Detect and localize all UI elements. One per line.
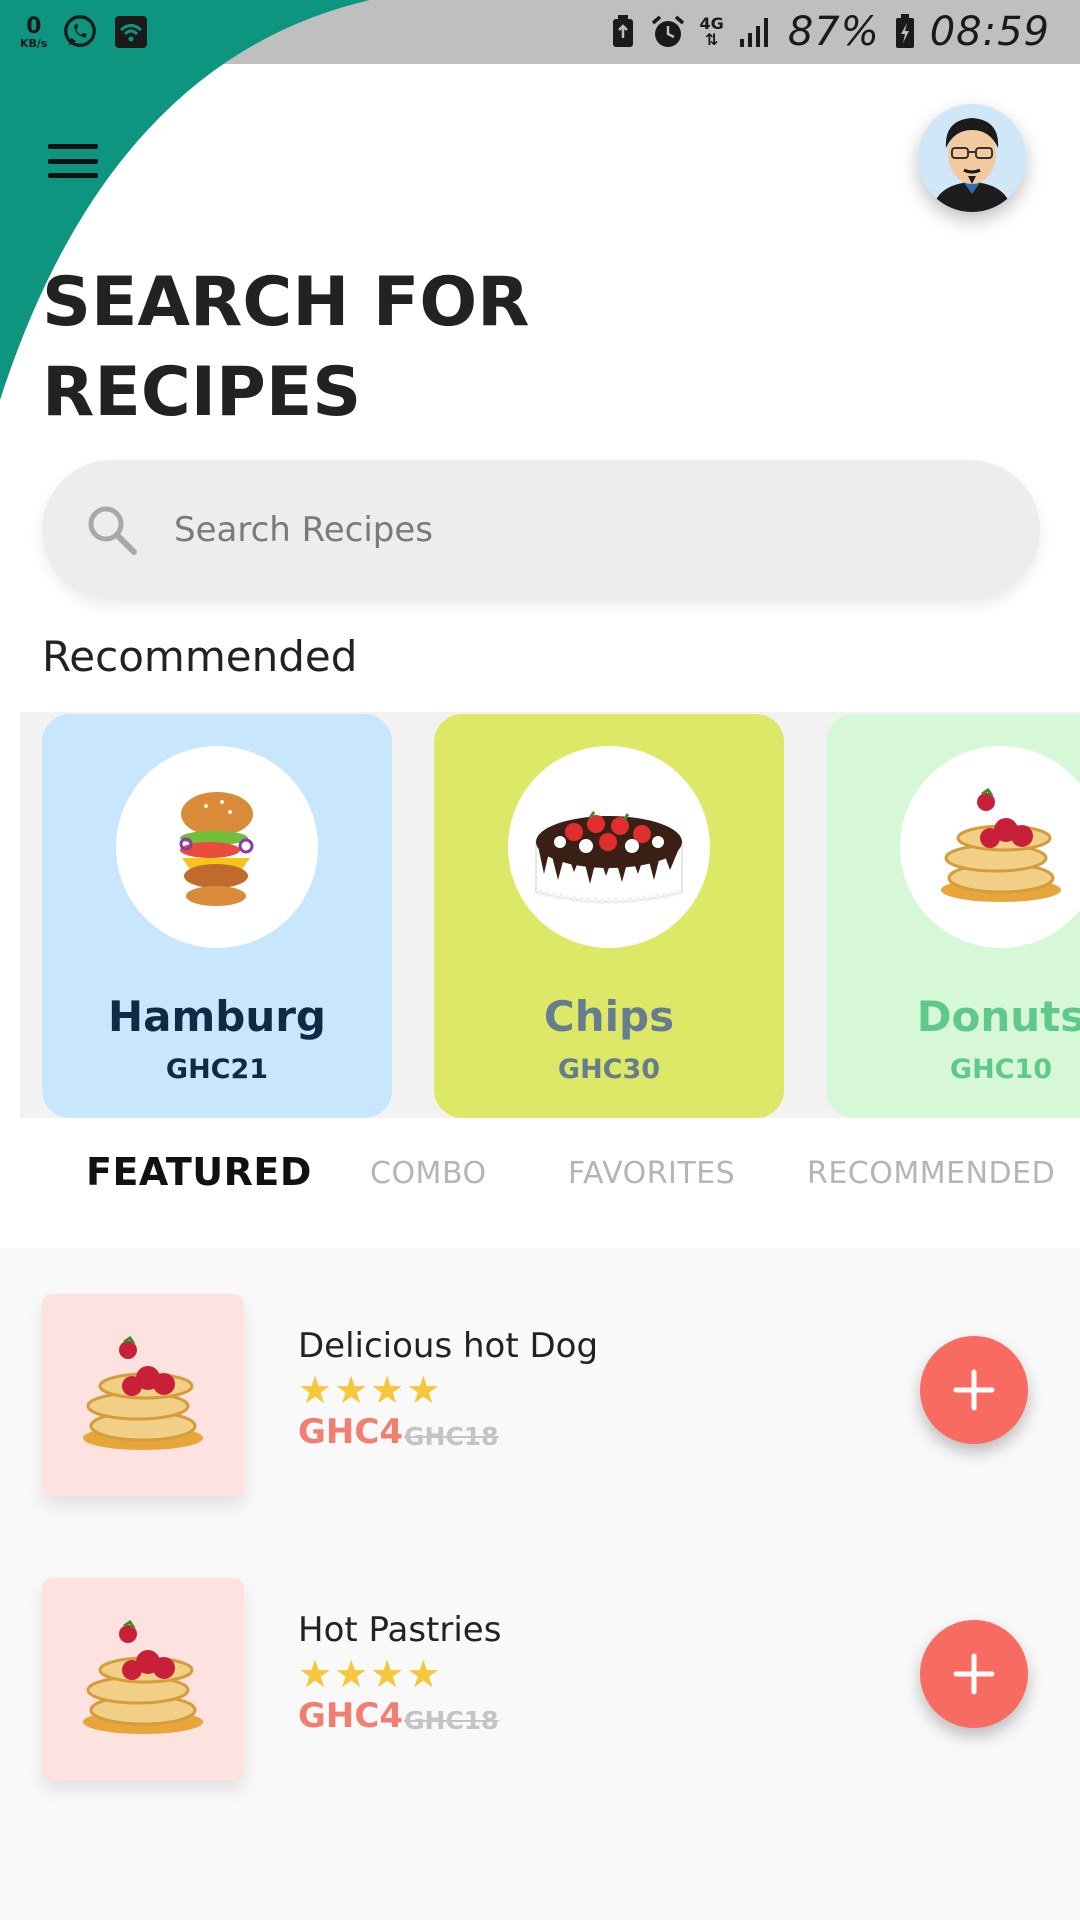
featured-item-price: GHC4 <box>298 1412 403 1452</box>
storage-icon <box>612 15 633 47</box>
add-to-cart-button[interactable] <box>920 1620 1028 1728</box>
status-right: 4G ⇅ 87% 08:59 <box>610 6 1050 58</box>
card-price: GHC30 <box>557 1054 661 1085</box>
search-bar[interactable] <box>42 460 1040 600</box>
alarm-icon <box>651 15 684 47</box>
card-name: Donuts <box>916 992 1080 1041</box>
recommended-card-donuts[interactable]: Donuts GHC10 <box>826 714 1080 1118</box>
wifi-icon <box>115 16 148 48</box>
featured-item-name: Delicious hot Dog <box>298 1326 599 1366</box>
recommended-title: Recommended <box>42 632 358 681</box>
status-left: 0 KB/s <box>20 10 149 54</box>
menu-line <box>48 144 98 149</box>
waffle-image <box>941 787 1061 902</box>
whatsapp-icon <box>64 15 97 47</box>
data-arrows-icon: ⇅ <box>704 30 719 49</box>
card-price: GHC21 <box>165 1054 269 1085</box>
featured-item-name: Hot Pastries <box>298 1610 502 1650</box>
card-name: Chips <box>543 992 675 1041</box>
cake-image <box>535 811 683 904</box>
teal-background-curve <box>0 0 370 400</box>
waffle-image <box>83 1335 203 1450</box>
waffle-image <box>83 1619 203 1734</box>
featured-item-thumbnail[interactable] <box>42 1294 244 1496</box>
search-icon <box>88 506 137 555</box>
network-speed-unit: KB/s <box>20 36 48 50</box>
tab-favorites[interactable]: FAVORITES <box>568 1156 735 1191</box>
battery-percent: 87% <box>787 9 880 55</box>
recommended-card-chips[interactable]: Chips GHC30 <box>434 714 784 1118</box>
tab-combo[interactable]: COMBO <box>370 1156 487 1191</box>
network-type: 4G ⇅ <box>700 16 724 48</box>
featured-item-old-price: GHC18 <box>404 1706 499 1735</box>
rating-stars: ★★★★ <box>298 1652 443 1696</box>
food-image-circle <box>900 746 1080 948</box>
avatar-illustration <box>932 118 1012 212</box>
network-speed-value: 0 <box>26 13 42 39</box>
plus-icon <box>953 1653 995 1695</box>
rating-stars: ★★★★ <box>298 1368 443 1412</box>
burger-image <box>179 792 254 906</box>
avatar[interactable] <box>918 104 1026 212</box>
tab-recommended[interactable]: RECOMMENDED <box>807 1156 1055 1191</box>
card-price: GHC10 <box>949 1054 1053 1085</box>
clock: 08:59 <box>929 9 1050 55</box>
network-speed: 0 KB/s <box>20 13 48 50</box>
featured-item-old-price: GHC18 <box>404 1422 499 1451</box>
add-to-cart-button[interactable] <box>920 1336 1028 1444</box>
signal-icon <box>739 18 768 47</box>
search-input[interactable] <box>174 510 934 550</box>
card-name: Hamburg <box>108 992 326 1041</box>
food-image-circle <box>116 746 318 948</box>
menu-line <box>48 158 98 164</box>
recommended-card-hamburg[interactable]: Hamburg GHC21 <box>42 714 392 1118</box>
battery-charging-icon <box>895 14 914 48</box>
featured-item-thumbnail[interactable] <box>42 1578 244 1780</box>
menu-line <box>48 173 98 178</box>
menu-icon[interactable] <box>48 144 98 178</box>
featured-item-price: GHC4 <box>298 1696 403 1736</box>
food-image-circle <box>508 746 710 948</box>
tab-featured[interactable]: FEATURED <box>86 1150 312 1194</box>
plus-icon <box>953 1369 995 1411</box>
